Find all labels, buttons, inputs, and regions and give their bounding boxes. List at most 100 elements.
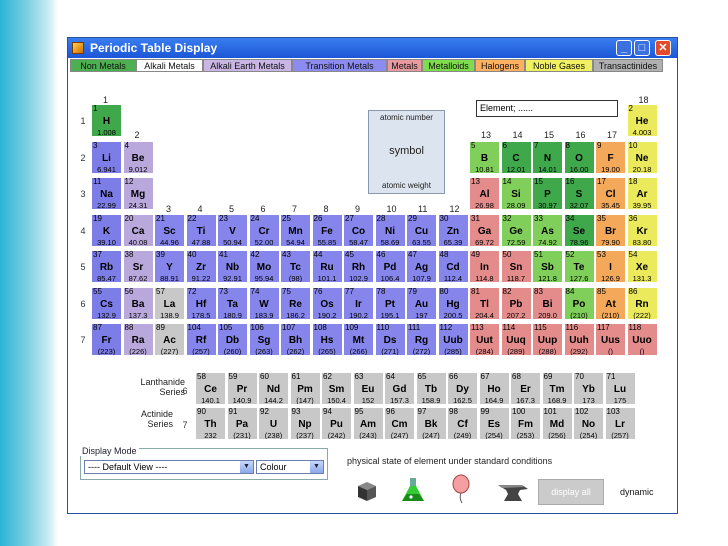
element-uuh[interactable]: 116 Uuh (292)	[563, 323, 595, 356]
element-si[interactable]: 14 Si 28.09	[500, 177, 532, 210]
element-os[interactable]: 76 Os 190.2	[311, 286, 343, 320]
element-md[interactable]: 101 Md (256)	[541, 407, 573, 440]
element-tc[interactable]: 43 Tc (98)	[280, 250, 311, 283]
element-au[interactable]: 79 Au 197	[406, 286, 437, 320]
tab-halogens[interactable]: Halogens	[475, 59, 525, 72]
element-rf[interactable]: 104 Rf (257)	[185, 323, 217, 356]
element-rg[interactable]: 111 Rg (272)	[406, 323, 437, 356]
element-ta[interactable]: 73 Ta 180.9	[217, 286, 248, 320]
element-gd[interactable]: 64 Gd 157.3	[384, 372, 415, 405]
element-pt[interactable]: 78 Pt 195.1	[374, 286, 406, 320]
tab-non-metals[interactable]: Non Metals	[70, 59, 136, 72]
element-mg[interactable]: 12 Mg 24.31	[122, 177, 154, 210]
tab-noble-gases[interactable]: Noble Gases	[525, 59, 593, 72]
element-er[interactable]: 68 Er 167.3	[510, 372, 541, 405]
element-dy[interactable]: 66 Dy 162.5	[447, 372, 478, 405]
element-te[interactable]: 52 Te 127.6	[563, 250, 595, 283]
element-v[interactable]: 23 V 50.94	[217, 213, 248, 247]
element-ir[interactable]: 77 Ir 190.2	[343, 286, 374, 320]
element-pu[interactable]: 94 Pu (242)	[321, 407, 352, 440]
element-cf[interactable]: 98 Cf (249)	[447, 407, 478, 440]
element-sm[interactable]: 62 Sm 150.4	[321, 372, 352, 405]
element-zr[interactable]: 40 Zr 91.22	[185, 250, 217, 283]
element-pd[interactable]: 46 Pd 106.4	[374, 250, 406, 283]
element-cm[interactable]: 96 Cm (247)	[384, 407, 415, 440]
minimize-button[interactable]: _	[616, 40, 632, 56]
element-pr[interactable]: 59 Pr 140.9	[226, 372, 258, 405]
element-rn[interactable]: 86 Rn (222)	[626, 286, 658, 320]
element-in[interactable]: 49 In 114.8	[469, 250, 500, 283]
element-mn[interactable]: 25 Mn 54.94	[280, 213, 311, 247]
tab-transactinides[interactable]: Transactinides	[593, 59, 663, 72]
element-cs[interactable]: 55 Cs 132.9	[91, 286, 122, 320]
element-hg[interactable]: 80 Hg 200.5	[437, 286, 469, 320]
element-cu[interactable]: 29 Cu 63.55	[406, 213, 437, 247]
element-am[interactable]: 95 Am (243)	[352, 407, 384, 440]
element-bi[interactable]: 83 Bi 209.0	[532, 286, 563, 320]
element-tb[interactable]: 65 Tb 158.9	[415, 372, 447, 405]
close-button[interactable]: ✕	[655, 40, 671, 56]
anvil-icon[interactable]	[496, 478, 530, 504]
element-po[interactable]: 84 Po (210)	[563, 286, 595, 320]
element-sr[interactable]: 38 Sr 87.62	[122, 250, 154, 283]
chevron-down-icon[interactable]: ▼	[310, 461, 323, 473]
element-mt[interactable]: 109 Mt (266)	[343, 323, 374, 356]
element-ti[interactable]: 22 Ti 47.88	[185, 213, 217, 247]
element-lu[interactable]: 71 Lu 175	[604, 372, 636, 405]
element-f[interactable]: 9 F 19.00	[595, 140, 626, 174]
element-al[interactable]: 13 Al 26.98	[469, 177, 500, 210]
element-o[interactable]: 8 O 16.00	[563, 140, 595, 174]
element-sb[interactable]: 51 Sb 121.8	[532, 250, 563, 283]
element-no[interactable]: 102 No (254)	[573, 407, 604, 440]
maximize-button[interactable]: □	[634, 40, 650, 56]
element-yb[interactable]: 70 Yb 173	[573, 372, 604, 405]
element-mo[interactable]: 42 Mo 95.94	[248, 250, 280, 283]
element-cd[interactable]: 48 Cd 112.4	[437, 250, 469, 283]
element-fe[interactable]: 26 Fe 55.85	[311, 213, 343, 247]
element-xe[interactable]: 54 Xe 131.3	[626, 250, 658, 283]
solid-cube-icon[interactable]	[354, 478, 380, 504]
element-la[interactable]: 57 La 138.9	[154, 286, 185, 320]
element-tl[interactable]: 81 Tl 204.4	[469, 286, 500, 320]
element-rb[interactable]: 37 Rb 85.47	[91, 250, 122, 283]
element-ho[interactable]: 67 Ho 164.9	[478, 372, 510, 405]
tab-transition-metals[interactable]: Transition Metals	[292, 59, 387, 72]
element-fm[interactable]: 100 Fm (253)	[510, 407, 541, 440]
element-bh[interactable]: 107 Bh (262)	[280, 323, 311, 356]
element-ce[interactable]: 58 Ce 140.1	[195, 372, 226, 405]
element-ac[interactable]: 89 Ac (227)	[154, 323, 185, 356]
element-db[interactable]: 105 Db (260)	[217, 323, 248, 356]
element-uuo[interactable]: 118 Uuo()	[626, 323, 658, 356]
element-hf[interactable]: 72 Hf 178.5	[185, 286, 217, 320]
element-w[interactable]: 74 W 183.9	[248, 286, 280, 320]
element-fr[interactable]: 87 Fr (223)	[91, 323, 122, 356]
element-na[interactable]: 11 Na 22.99	[91, 177, 122, 210]
element-rh[interactable]: 45 Rh 102.9	[343, 250, 374, 283]
element-sc[interactable]: 21 Sc 44.96	[154, 213, 185, 247]
liquid-flask-icon[interactable]	[400, 476, 426, 504]
element-he[interactable]: 2 He 4.003	[626, 104, 658, 137]
element-ru[interactable]: 44 Ru 101.1	[311, 250, 343, 283]
element-sn[interactable]: 50 Sn 118.7	[500, 250, 532, 283]
element-uub[interactable]: 112 Uub (285)	[437, 323, 469, 356]
element-uus[interactable]: 117 Uus()	[595, 323, 626, 356]
tab-alkali-earth-metals[interactable]: Alkali Earth Metals	[203, 59, 292, 72]
element-zn[interactable]: 30 Zn 65.39	[437, 213, 469, 247]
element-h[interactable]: 1 H 1.008	[91, 104, 122, 137]
element-nb[interactable]: 41 Nb 92.91	[217, 250, 248, 283]
element-pm[interactable]: 61 Pm (147)	[289, 372, 321, 405]
element-hs[interactable]: 108 Hs (265)	[311, 323, 343, 356]
element-ds[interactable]: 110 Ds (271)	[374, 323, 406, 356]
element-eu[interactable]: 63 Eu 152	[352, 372, 384, 405]
element-s[interactable]: 16 S 32.07	[563, 177, 595, 210]
element-ag[interactable]: 47 Ag 107.9	[406, 250, 437, 283]
element-u[interactable]: 92 U (238)	[258, 407, 289, 440]
element-p[interactable]: 15 P 30.97	[532, 177, 563, 210]
gas-balloon-icon[interactable]	[450, 474, 472, 504]
element-uuq[interactable]: 114 Uuq (289)	[500, 323, 532, 356]
element-nd[interactable]: 60 Nd 144.2	[258, 372, 289, 405]
element-ca[interactable]: 20 Ca 40.08	[122, 213, 154, 247]
tab-metals[interactable]: Metals	[387, 59, 422, 72]
element-k[interactable]: 19 K 39.10	[91, 213, 122, 247]
element-sg[interactable]: 106 Sg (263)	[248, 323, 280, 356]
